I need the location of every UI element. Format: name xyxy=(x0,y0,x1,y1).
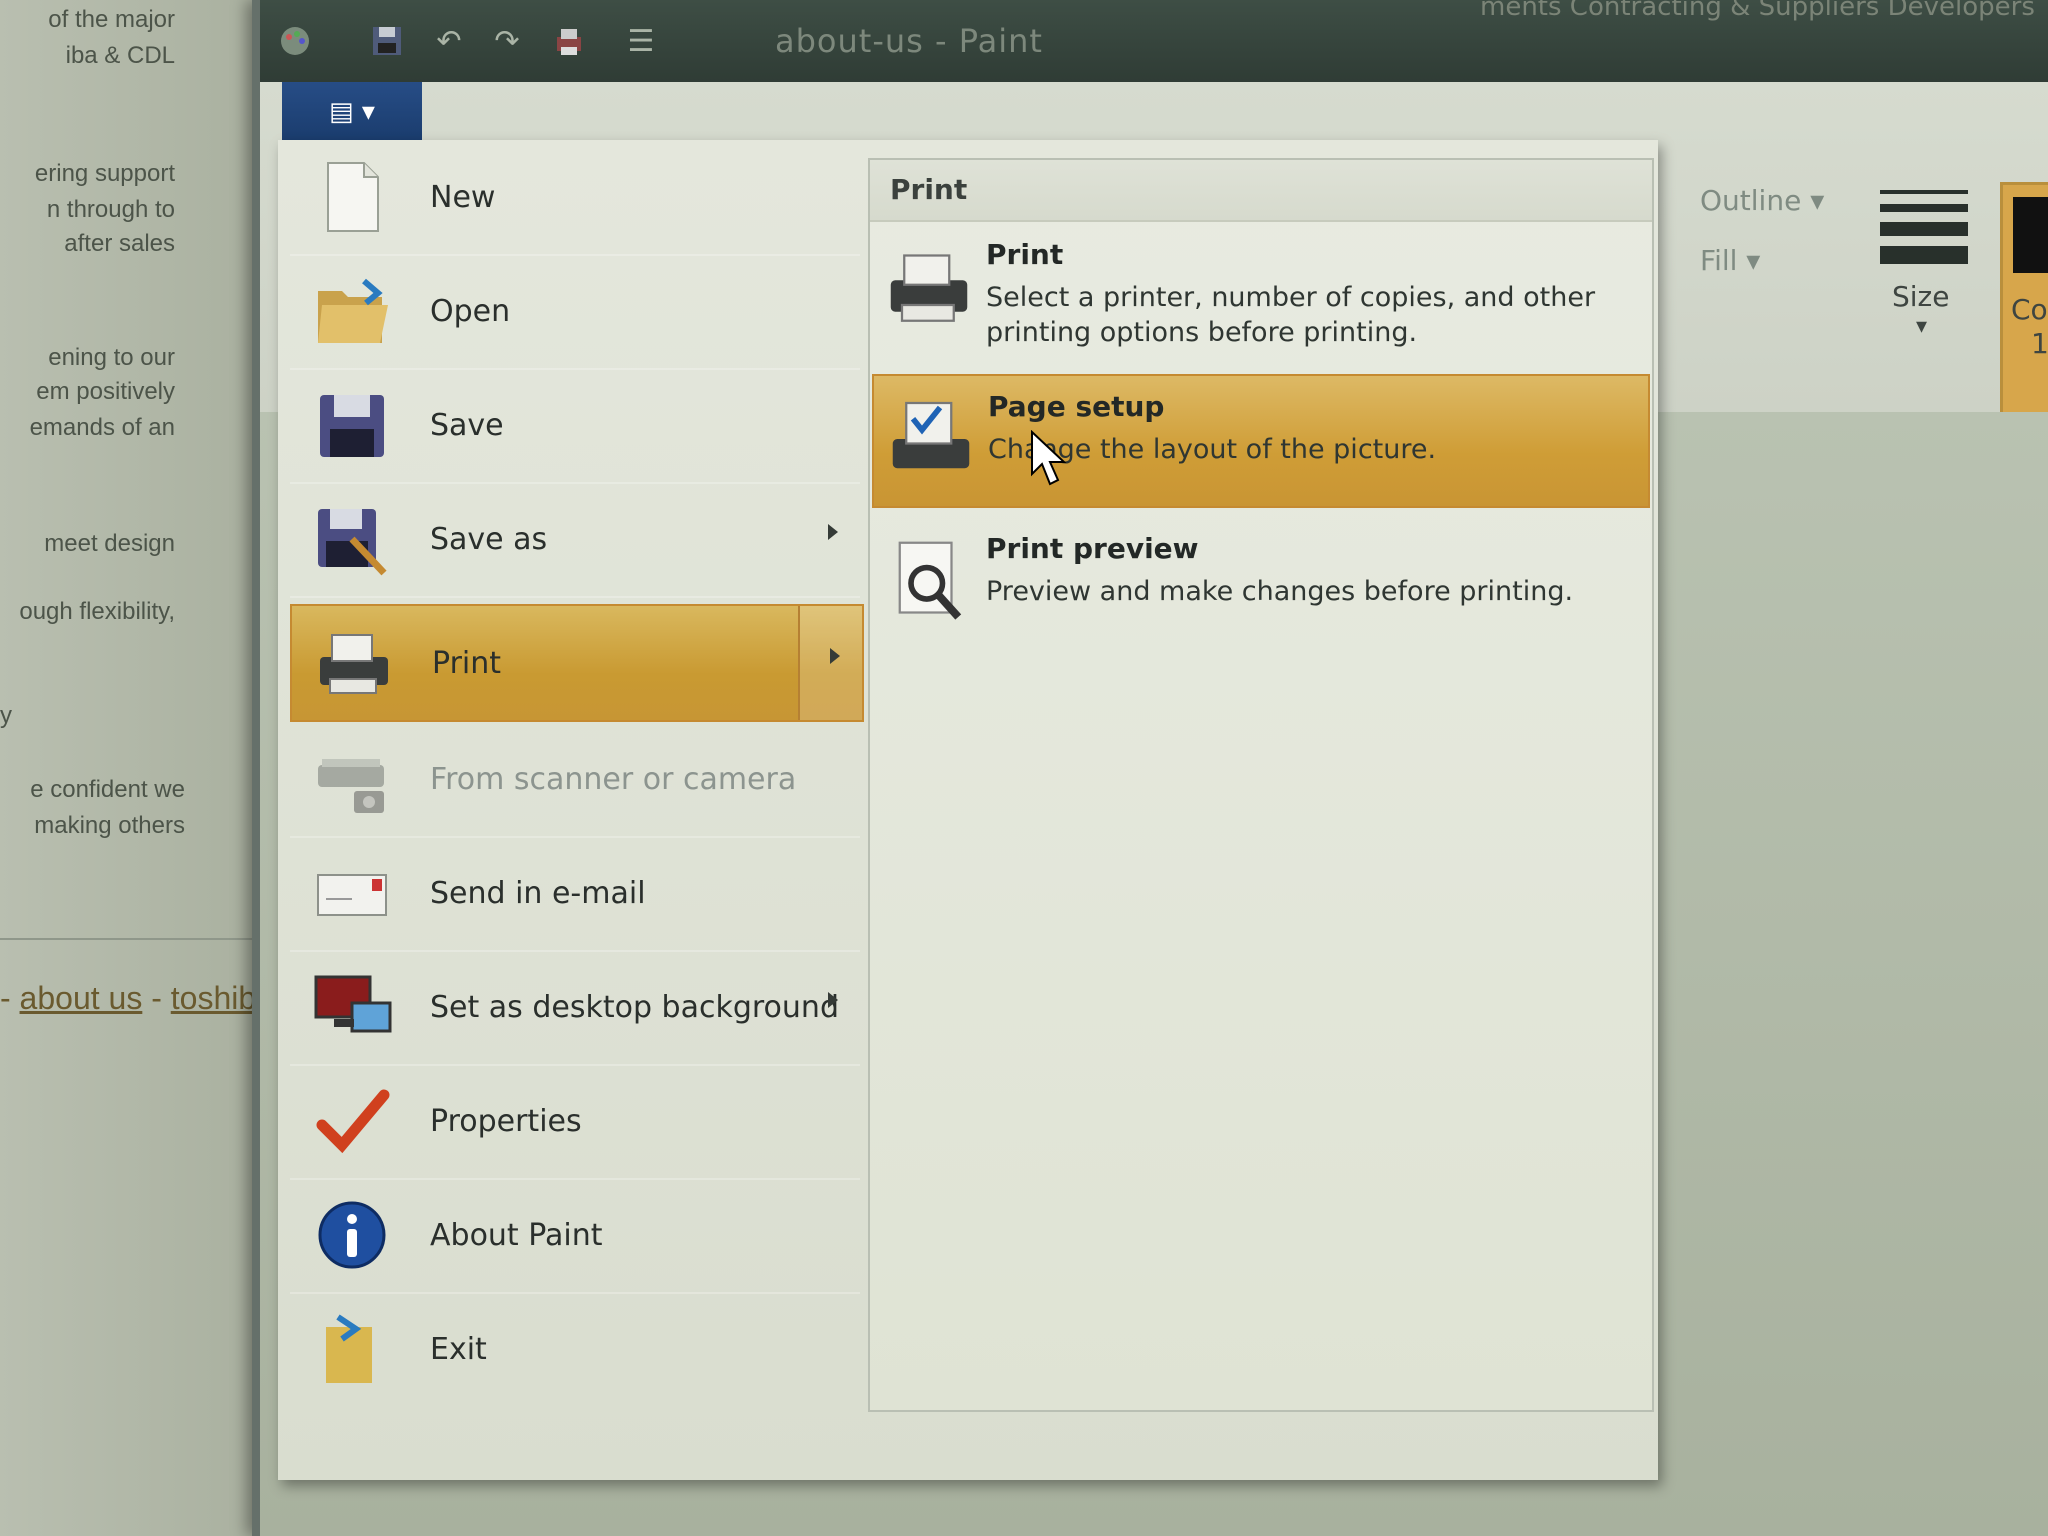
file-menu: New Open Save Save as Print From scanner… xyxy=(278,140,1658,1480)
mouse-cursor-icon xyxy=(1031,430,1067,486)
about-us-link[interactable]: about us xyxy=(20,980,143,1016)
color-1-number: 1 xyxy=(2031,327,2048,360)
color-1-swatch xyxy=(2013,197,2048,273)
redo-icon[interactable]: ↷ xyxy=(486,20,528,62)
page-setup-icon xyxy=(886,394,976,484)
submenu-desc-print: Select a printer, number of copies, and … xyxy=(986,282,1596,348)
doc-divider xyxy=(0,938,270,940)
menu-label-print: Print xyxy=(432,645,502,681)
doc-text-line: ering support xyxy=(34,160,175,187)
submenu-arrow-icon xyxy=(828,992,838,1008)
save-as-icon xyxy=(312,499,392,579)
footer-separator: - xyxy=(142,980,171,1016)
submenu-item-print-preview[interactable]: Print preview Preview and make changes b… xyxy=(872,518,1646,646)
size-lines-icon[interactable] xyxy=(1880,190,1968,274)
menu-item-about-paint[interactable]: About Paint xyxy=(290,1178,860,1294)
submenu-arrow-icon xyxy=(828,524,838,540)
menu-item-save[interactable]: Save xyxy=(290,368,860,484)
doc-text-line: ough flexibility, xyxy=(19,598,175,625)
submenu-arrow-icon xyxy=(830,648,840,664)
submenu-title-print: Print xyxy=(986,238,1064,271)
menu-item-exit[interactable]: Exit xyxy=(290,1292,860,1406)
doc-text-line: of the major xyxy=(48,6,175,33)
footer-prefix: - xyxy=(0,980,20,1016)
doc-text-line: emands of an xyxy=(29,414,175,441)
menu-item-open[interactable]: Open xyxy=(290,254,860,370)
submenu-item-page-setup[interactable]: Page setup Change the layout of the pict… xyxy=(872,374,1650,508)
doc-text-line: em positively xyxy=(36,378,175,405)
printer-icon xyxy=(314,623,394,703)
new-document-icon xyxy=(312,157,392,237)
doc-text-line: ening to our xyxy=(48,344,175,371)
background-document: of the major iba & CDL ering support n t… xyxy=(0,0,270,1536)
size-label[interactable]: Size xyxy=(1892,280,1949,313)
paint-icon[interactable] xyxy=(274,20,316,62)
customize-icon[interactable]: ☰ xyxy=(620,20,662,62)
doc-text-line: meet design xyxy=(44,530,175,557)
scanner-icon xyxy=(312,739,392,819)
printer-icon xyxy=(884,242,974,332)
floppy-disk-icon xyxy=(312,385,392,465)
menu-item-print[interactable]: Print xyxy=(290,604,864,722)
info-icon xyxy=(312,1195,392,1275)
exit-icon xyxy=(312,1309,392,1389)
window-title: about-us - Paint xyxy=(775,22,1043,60)
doc-text-line: y xyxy=(0,702,12,729)
email-icon xyxy=(312,853,392,933)
file-menu-button[interactable]: ▤ ▾ xyxy=(282,82,422,142)
doc-text-line: e confident we xyxy=(30,776,185,803)
menu-label-open: Open xyxy=(430,293,511,329)
menu-label-new: New xyxy=(430,179,496,215)
menu-label-properties: Properties xyxy=(430,1103,582,1139)
submenu-desc-page-setup: Change the layout of the picture. xyxy=(988,434,1437,465)
outline-dropdown[interactable]: Outline ▾ xyxy=(1700,184,1824,217)
background-window-title: ments Contracting & Suppliers Developers xyxy=(1480,0,2035,22)
undo-icon[interactable]: ↶ xyxy=(428,20,470,62)
toshiba-link[interactable]: toshib xyxy=(171,980,256,1016)
menu-label-about-paint: About Paint xyxy=(430,1217,603,1253)
checkmark-icon xyxy=(312,1081,392,1161)
menu-label-save: Save xyxy=(430,407,504,443)
file-menu-commands: New Open Save Save as Print From scanner… xyxy=(278,140,864,1480)
menu-label-set-desktop-background: Set as desktop background xyxy=(430,989,839,1025)
menu-item-set-desktop-background[interactable]: Set as desktop background xyxy=(290,950,860,1066)
print-preview-icon xyxy=(884,536,974,626)
size-dropdown-arrow[interactable]: ▾ xyxy=(1916,314,1927,339)
menu-item-new[interactable]: New xyxy=(290,140,860,256)
color-1-label: Col xyxy=(2011,293,2048,326)
doc-text-line: n through to xyxy=(46,196,175,223)
submenu-title-print-preview: Print preview xyxy=(986,532,1199,565)
save-icon[interactable] xyxy=(366,20,408,62)
menu-item-from-scanner[interactable]: From scanner or camera xyxy=(290,722,860,838)
title-bar: ↶ ↷ ☰ about-us - Paint ments Contracting… xyxy=(260,0,2048,82)
submenu-item-print[interactable]: Print Select a printer, number of copies… xyxy=(872,224,1646,352)
print-submenu: Print Print Select a printer, number of … xyxy=(868,158,1654,1412)
menu-item-save-as[interactable]: Save as xyxy=(290,482,860,598)
menu-label-from-scanner: From scanner or camera xyxy=(430,761,797,797)
menu-item-properties[interactable]: Properties xyxy=(290,1064,860,1180)
fill-dropdown[interactable]: Fill ▾ xyxy=(1700,244,1760,277)
desktop-background-icon xyxy=(312,967,392,1047)
print-submenu-header: Print xyxy=(870,160,1652,222)
open-folder-icon xyxy=(312,271,392,351)
submenu-title-page-setup: Page setup xyxy=(988,390,1165,423)
color-1-button[interactable]: Col 1 xyxy=(2000,182,2048,438)
doc-text-line: after sales xyxy=(64,230,175,257)
menu-item-send-email[interactable]: Send in e-mail xyxy=(290,836,860,952)
menu-label-send-email: Send in e-mail xyxy=(430,875,646,911)
menu-label-save-as: Save as xyxy=(430,521,548,557)
doc-footer-links: - about us - toshib xyxy=(0,980,256,1017)
submenu-desc-print-preview: Preview and make changes before printing… xyxy=(986,576,1574,607)
doc-text-line: making others xyxy=(34,812,185,839)
doc-text-line: iba & CDL xyxy=(65,42,175,69)
menu-label-exit: Exit xyxy=(430,1331,487,1367)
printer-icon[interactable] xyxy=(548,20,590,62)
